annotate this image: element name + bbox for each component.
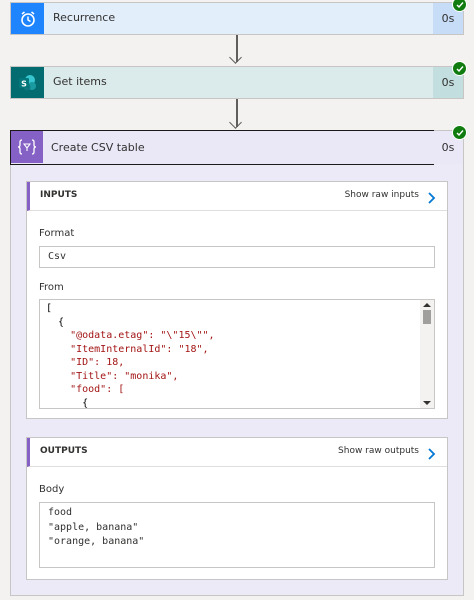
- code-line: [: [46, 303, 53, 314]
- code-line: "ItemInternalId": "18",: [46, 343, 209, 355]
- body-line: "orange, banana": [48, 536, 145, 547]
- body-line: food: [48, 507, 73, 518]
- outputs-header-label: OUTPUTS: [40, 446, 88, 456]
- code-line: {: [46, 316, 65, 328]
- inputs-panel-header: INPUTS Show raw inputs: [27, 182, 447, 211]
- recurrence-title: Recurrence: [53, 11, 116, 24]
- recurrence-step[interactable]: Recurrence 0s: [10, 0, 467, 35]
- create-csv-title: Create CSV table: [51, 141, 145, 154]
- from-code-editor[interactable]: [ { "@odata.etag": "\"15\"", "ItemIntern…: [39, 299, 435, 409]
- get-items-step[interactable]: S Get items 0s: [10, 61, 467, 99]
- success-check-icon: [452, 125, 467, 140]
- scroll-up-icon[interactable]: [423, 302, 431, 308]
- code-line: "Title": "monika",: [46, 370, 179, 382]
- arrow-down-icon: [229, 51, 242, 64]
- code-line: "food": [: [46, 384, 125, 395]
- code-line: "ID": 18,: [46, 357, 125, 368]
- scroll-down-icon[interactable]: [423, 400, 431, 406]
- get-items-title: Get items: [53, 75, 107, 88]
- format-value: Csv: [48, 251, 67, 262]
- code-scrollbar[interactable]: [420, 300, 434, 408]
- chevron-right-icon[interactable]: [427, 445, 437, 464]
- code-line: {: [46, 397, 89, 409]
- data-operation-icon: [11, 131, 43, 163]
- inputs-panel: INPUTS Show raw inputs Format Csv From […: [26, 181, 448, 419]
- success-check-icon: [452, 0, 467, 12]
- outputs-panel: OUTPUTS Show raw outputs Body food "appl…: [26, 437, 448, 580]
- success-check-icon: [452, 61, 467, 76]
- body-label: Body: [39, 484, 65, 495]
- show-raw-outputs-link[interactable]: Show raw outputs: [338, 446, 419, 456]
- from-code-content: [ { "@odata.etag": "\"15\"", "ItemIntern…: [40, 300, 434, 409]
- svg-text:S: S: [21, 79, 27, 88]
- sharepoint-icon: S: [11, 67, 44, 98]
- chevron-right-icon[interactable]: [427, 189, 437, 208]
- scrollbar-thumb[interactable]: [423, 310, 431, 324]
- format-field[interactable]: Csv: [39, 246, 435, 268]
- code-line: "@odata.etag": "\"15\"",: [46, 330, 215, 341]
- arrow-down-icon: [229, 116, 242, 129]
- from-label: From: [39, 282, 64, 293]
- body-output-field[interactable]: food "apple, banana" "orange, banana": [39, 502, 435, 568]
- body-line: "apple, banana": [48, 521, 139, 533]
- outputs-panel-header: OUTPUTS Show raw outputs: [27, 438, 447, 467]
- create-csv-table-header[interactable]: Create CSV table: [10, 130, 434, 165]
- show-raw-inputs-link[interactable]: Show raw inputs: [345, 190, 419, 200]
- alarm-clock-icon: [11, 3, 44, 34]
- format-label: Format: [39, 228, 75, 239]
- inputs-header-label: INPUTS: [40, 190, 78, 200]
